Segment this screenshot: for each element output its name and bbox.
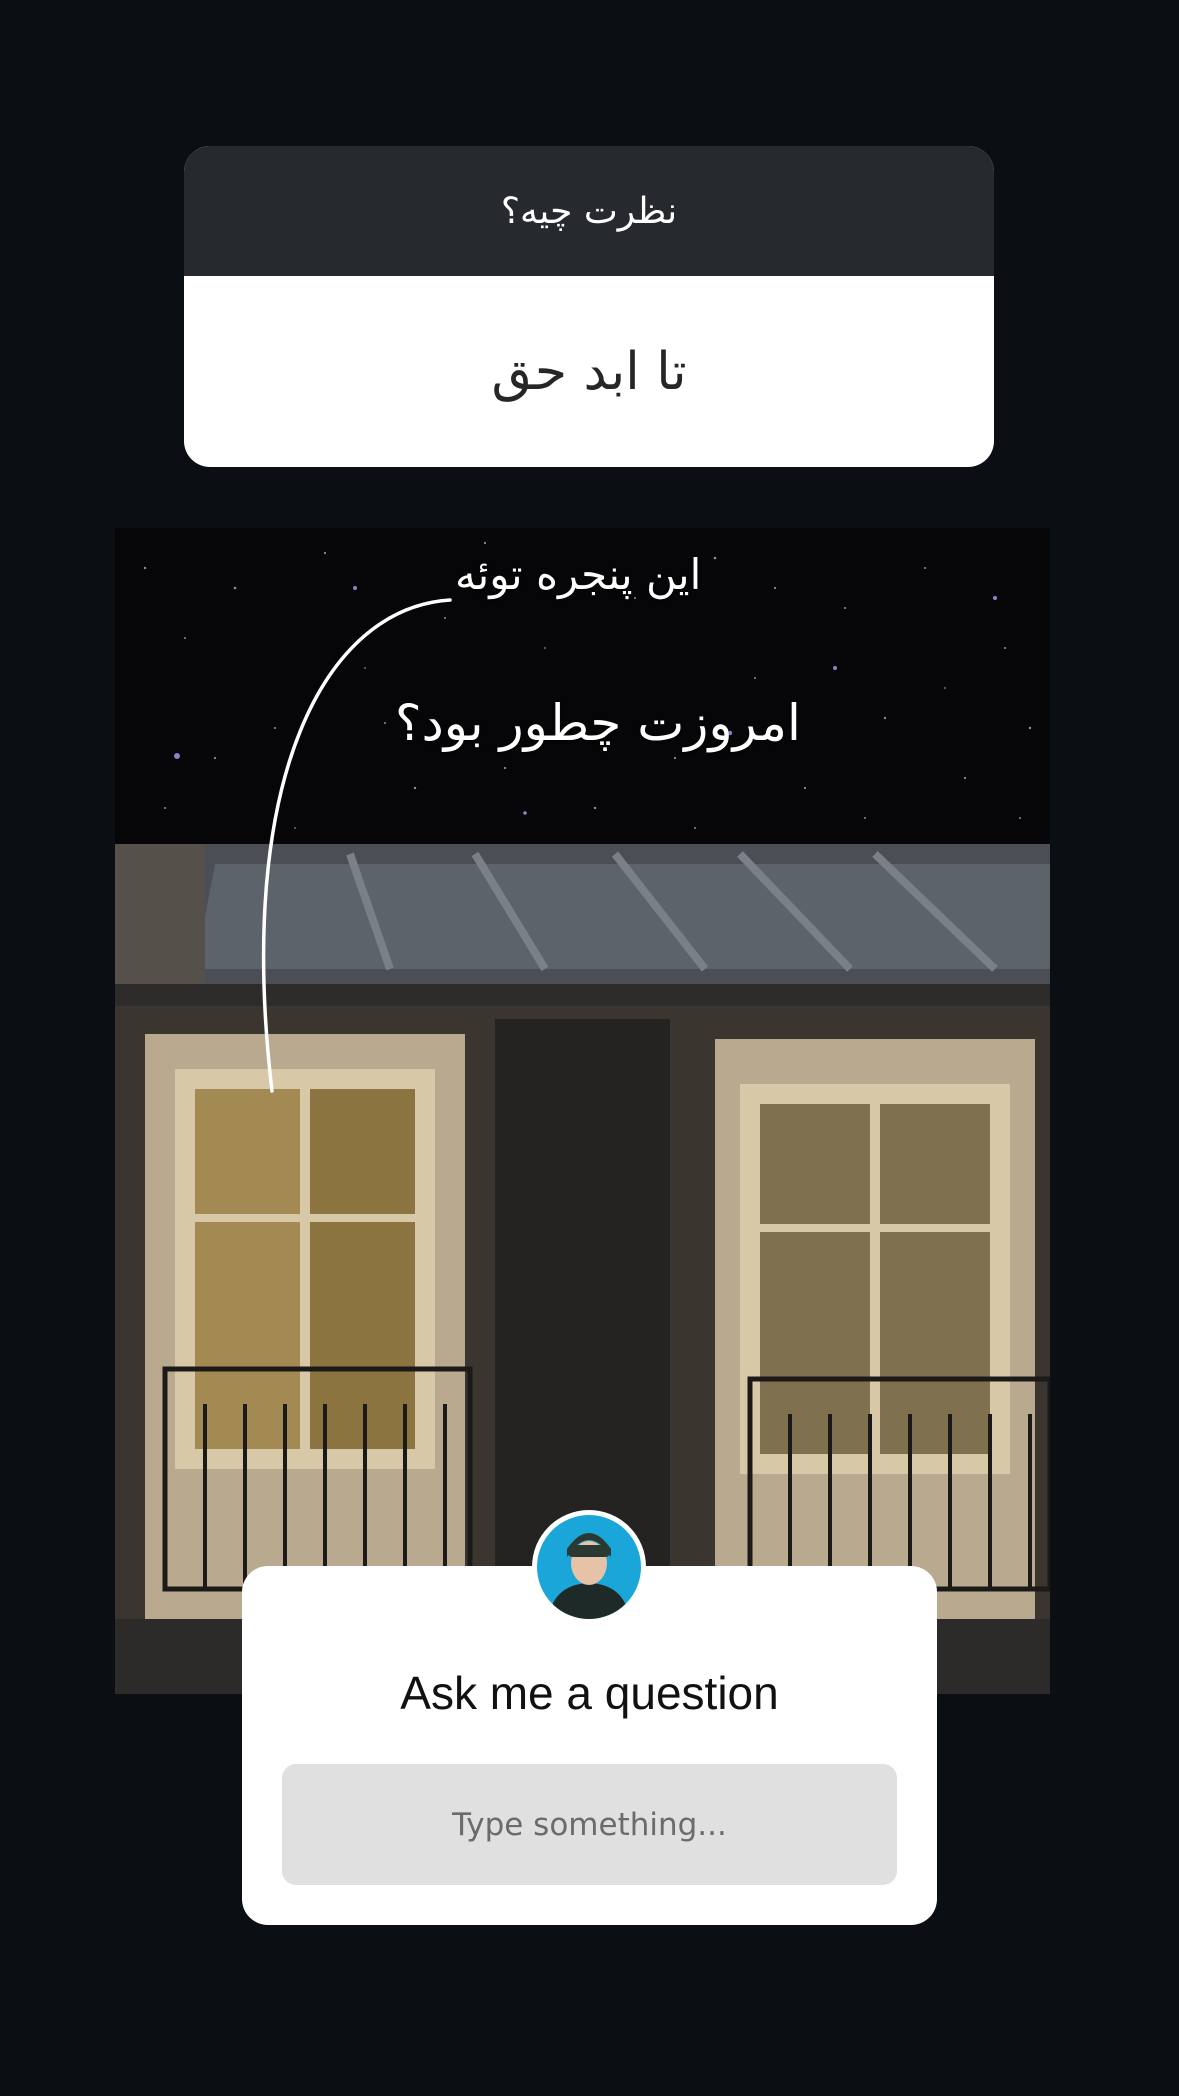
story-screen: نظرت چیه؟ تا ابد حق این پنجره توئه امروز… — [0, 0, 1179, 2096]
question-input[interactable] — [282, 1764, 897, 1885]
question-response-card[interactable]: نظرت چیه؟ تا ابد حق — [184, 146, 994, 467]
response-answer-text: تا ابد حق — [491, 341, 687, 402]
caption-today-text: امروزت چطور بود؟ — [395, 694, 801, 752]
profile-photo-icon — [537, 1515, 641, 1619]
response-question-header: نظرت چیه؟ — [184, 146, 994, 276]
caption-window-text: این پنجره توئه — [455, 550, 702, 599]
avatar — [532, 1510, 646, 1624]
response-answer: تا ابد حق — [184, 276, 994, 467]
response-question-text: نظرت چیه؟ — [500, 190, 678, 232]
question-title: Ask me a question — [400, 1667, 779, 1719]
